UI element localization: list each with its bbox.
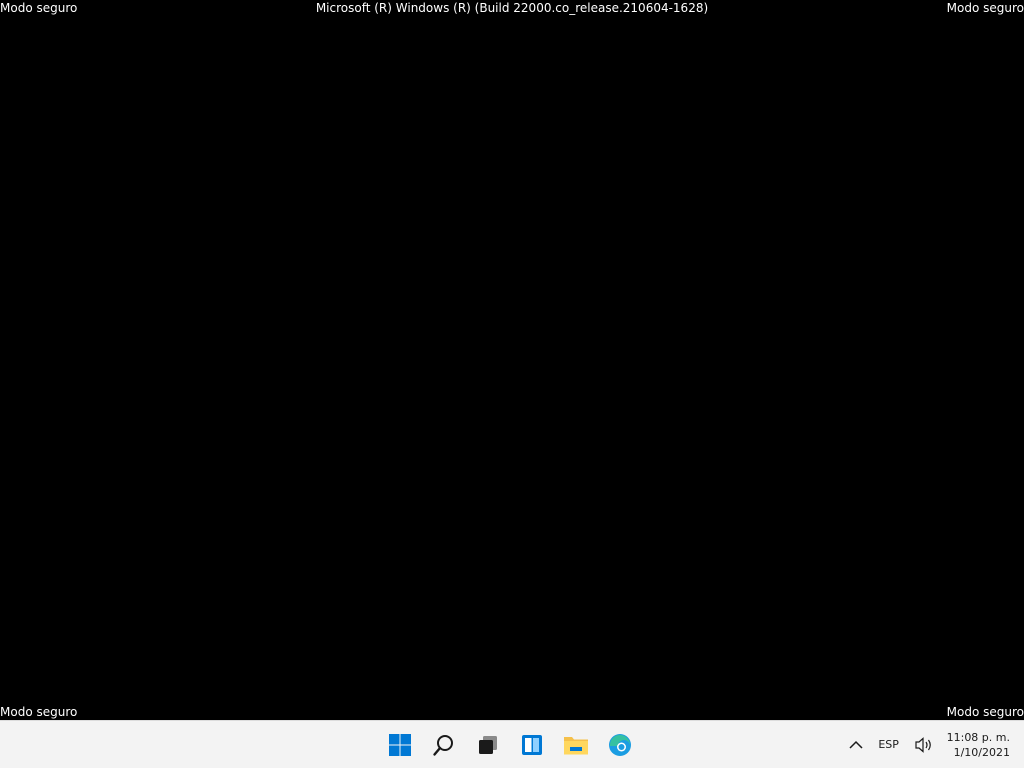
task-view-button[interactable] bbox=[468, 725, 508, 765]
show-hidden-icons-button[interactable] bbox=[843, 725, 869, 765]
system-tray: ESP 11:08 p. m. 1/10/2021 bbox=[843, 721, 1024, 768]
clock[interactable]: 11:08 p. m. 1/10/2021 bbox=[939, 725, 1024, 765]
start-button[interactable] bbox=[380, 725, 420, 765]
widgets-icon bbox=[522, 734, 542, 755]
build-info-label: Microsoft (R) Windows (R) (Build 22000.c… bbox=[315, 1, 709, 15]
search-icon bbox=[433, 734, 453, 756]
chevron-up-icon bbox=[849, 740, 863, 749]
clock-date: 1/10/2021 bbox=[953, 745, 1010, 759]
widgets-button[interactable] bbox=[512, 725, 552, 765]
file-explorer-button[interactable] bbox=[556, 725, 596, 765]
edge-button[interactable] bbox=[600, 725, 640, 765]
safe-mode-label-bottom-right: Modo seguro bbox=[946, 705, 1024, 719]
safe-mode-desktop: Microsoft (R) Windows (R) (Build 22000.c… bbox=[0, 0, 1024, 720]
folder-icon bbox=[564, 736, 588, 754]
task-view-icon bbox=[479, 735, 497, 754]
taskbar: ESP 11:08 p. m. 1/10/2021 bbox=[0, 720, 1024, 768]
language-indicator[interactable]: ESP bbox=[869, 725, 909, 765]
safe-mode-label-bottom-left: Modo seguro bbox=[0, 705, 78, 719]
speaker-icon bbox=[915, 736, 931, 753]
edge-icon bbox=[609, 733, 631, 756]
volume-button[interactable] bbox=[909, 725, 939, 765]
clock-time: 11:08 p. m. bbox=[946, 730, 1010, 744]
taskbar-pinned-apps bbox=[380, 721, 640, 768]
safe-mode-label-top-right: Modo seguro bbox=[946, 1, 1024, 15]
windows-logo-icon bbox=[389, 733, 411, 756]
safe-mode-label-top-left: Modo seguro bbox=[0, 1, 78, 15]
search-button[interactable] bbox=[424, 725, 464, 765]
